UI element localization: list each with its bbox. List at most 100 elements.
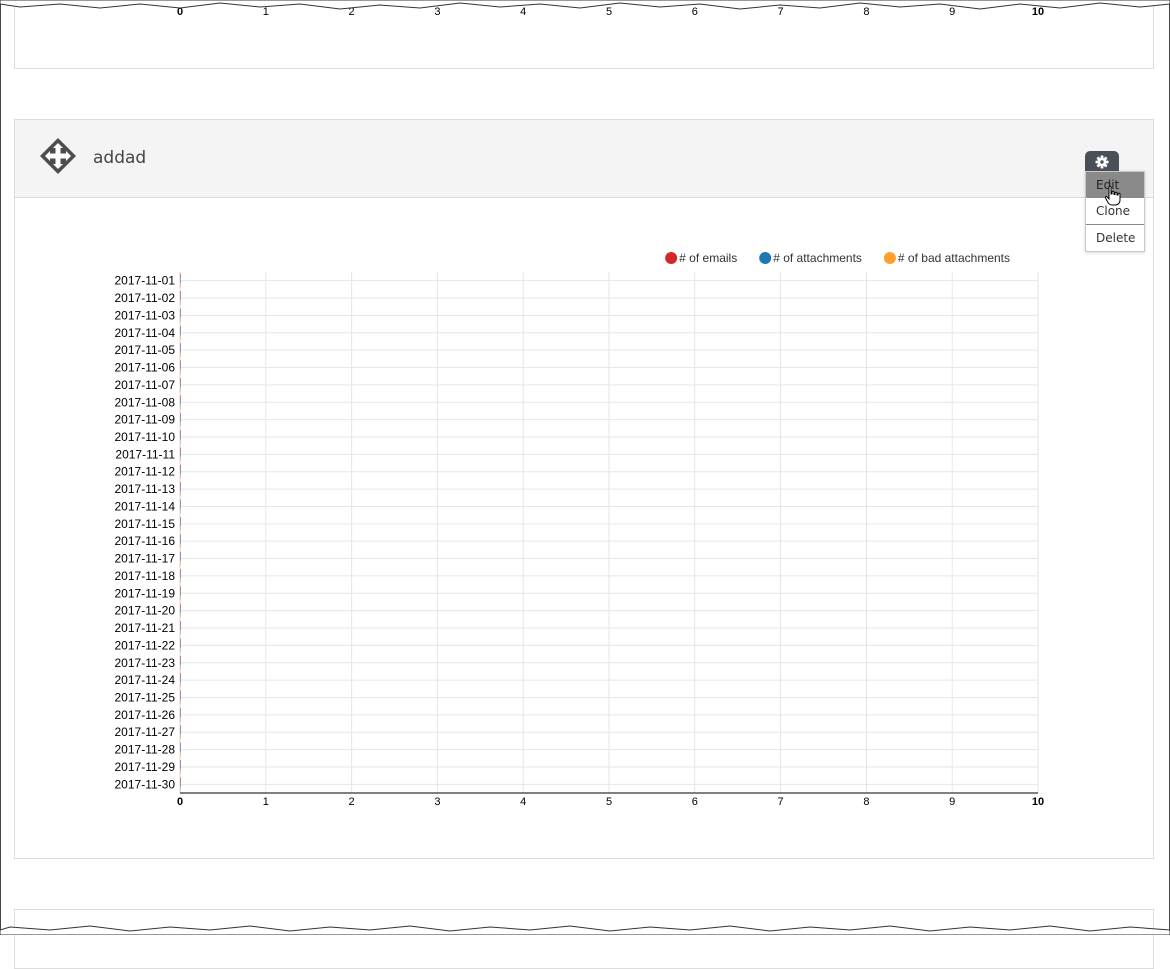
bar-2 [180, 543, 181, 549]
bar-1 [180, 399, 181, 405]
y-tick-label: 2017-11-15 [115, 517, 176, 531]
bar-2 [180, 282, 181, 288]
bar-1 [180, 486, 181, 492]
y-tick-label: 2017-11-10 [115, 430, 176, 444]
y-tick-label: 2017-11-18 [115, 569, 176, 583]
bar-2 [180, 421, 181, 427]
x-tick-label: 7 [778, 796, 784, 808]
y-tick-label: 2017-11-08 [115, 395, 176, 409]
bar-1 [180, 313, 181, 318]
y-tick-label: 2017-11-29 [115, 760, 176, 774]
bar-0 [180, 603, 181, 609]
bar-2 [180, 439, 181, 444]
bar-2 [180, 387, 181, 392]
bar-0 [180, 707, 181, 713]
bar-2 [180, 751, 181, 757]
bar-2 [180, 474, 181, 479]
bar-0 [180, 464, 181, 470]
bar-2 [180, 456, 181, 462]
bar-1 [180, 747, 181, 752]
widget-settings-button[interactable] [1085, 151, 1119, 171]
bar-1 [180, 712, 181, 718]
y-tick-label: 2017-11-01 [115, 274, 176, 288]
bar-0 [180, 499, 181, 505]
y-tick-label: 2017-11-06 [115, 361, 176, 375]
bar-1 [180, 677, 181, 683]
bar-0 [180, 447, 181, 453]
y-tick-label: 2017-11-27 [115, 725, 176, 739]
bar-2 [180, 317, 181, 323]
bar-1 [180, 382, 181, 388]
bar-2 [180, 300, 181, 305]
bar-0 [180, 343, 181, 348]
bar-0 [180, 673, 181, 678]
bar-1 [180, 504, 181, 509]
y-tick-label: 2017-11-24 [115, 673, 176, 687]
menu-item-delete[interactable]: Delete [1086, 224, 1144, 251]
y-tick-label: 2017-11-22 [115, 638, 176, 652]
widget-menu: Edit Clone Delete [1085, 171, 1145, 252]
torn-edge-bottom [0, 925, 1170, 935]
y-tick-label: 2017-11-03 [115, 308, 176, 322]
legend-marker-0 [665, 252, 678, 264]
bar-0 [180, 325, 181, 331]
y-tick-label: 2017-11-17 [115, 552, 176, 566]
gear-icon [1095, 155, 1109, 169]
bar-0 [180, 725, 181, 730]
bar-2 [180, 595, 181, 601]
x-tick-label: 0 [177, 796, 183, 808]
bar-0 [180, 360, 181, 366]
x-tick-label: 1 [263, 796, 269, 808]
bar-1 [180, 469, 181, 475]
bar-2 [180, 578, 181, 583]
bar-0 [180, 690, 181, 696]
x-tick-label: 3 [434, 796, 440, 808]
y-tick-label: 2017-11-21 [115, 621, 176, 635]
bar-1 [180, 573, 181, 579]
bar-1 [180, 538, 181, 544]
bar-1 [180, 295, 181, 301]
bar-1 [180, 556, 181, 561]
bar-0 [180, 568, 181, 574]
y-tick-label: 2017-11-12 [115, 465, 176, 479]
bar-0 [180, 430, 181, 435]
bar-1 [180, 625, 181, 631]
torn-edge-top [0, 0, 1170, 10]
bar-1 [180, 330, 181, 336]
bar-2 [180, 491, 181, 497]
bar-1 [180, 434, 181, 440]
bar-0 [180, 412, 181, 418]
bar-2 [180, 734, 181, 740]
bar-2 [180, 769, 181, 774]
y-tick-label: 2017-11-05 [115, 343, 176, 357]
y-tick-label: 2017-11-26 [115, 708, 176, 722]
bar-1 [180, 521, 181, 527]
bar-2 [180, 665, 181, 670]
x-tick-label: 10 [1032, 796, 1044, 808]
bar-0 [180, 742, 181, 748]
bar-0 [180, 291, 181, 296]
y-tick-label: 2017-11-16 [115, 534, 176, 548]
bar-0 [180, 586, 181, 591]
y-tick-label: 2017-11-02 [115, 291, 176, 305]
x-tick-label: 5 [606, 796, 612, 808]
legend-label-2: # of bad attachments [898, 251, 1010, 265]
x-tick-label: 4 [520, 796, 526, 808]
x-tick-label: 2 [349, 796, 355, 808]
bar-2 [180, 526, 181, 531]
y-tick-label: 2017-11-23 [115, 656, 176, 670]
bar-2 [180, 682, 181, 688]
bar-1 [180, 278, 181, 283]
bar-0 [180, 516, 181, 522]
y-tick-label: 2017-11-14 [115, 499, 176, 513]
bar-2 [180, 786, 181, 792]
chart: 2017-11-01 2017-11-02 2017-11-03 2017-11-04… [115, 251, 1045, 808]
bar-2 [180, 699, 181, 705]
bar-0 [180, 621, 181, 626]
bar-0 [180, 482, 181, 487]
bar-1 [180, 729, 181, 735]
legend-label-0: # of emails [679, 251, 737, 265]
bar-2 [180, 612, 181, 618]
bar-1 [180, 782, 181, 787]
bar-0 [180, 777, 181, 783]
